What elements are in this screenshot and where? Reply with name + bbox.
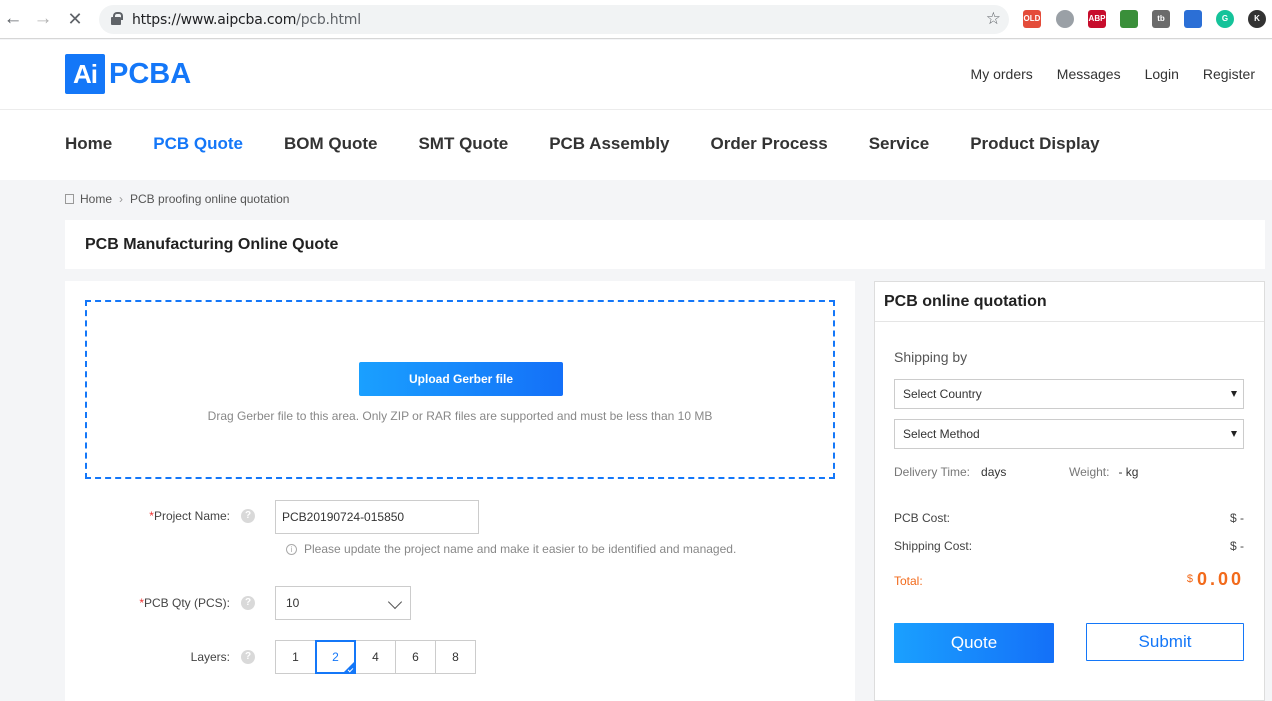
help-icon[interactable]: ? <box>241 650 255 664</box>
browser-toolbar: ← → ✕ https://www.aipcba.com/pcb.html ☆ … <box>0 0 1272 39</box>
logo-ai-mark: Ai <box>65 54 105 94</box>
site-header: Ai PCBA My orders Messages Login Registe… <box>0 40 1272 110</box>
dropzone-hint: Drag Gerber file to this area. Only ZIP … <box>207 409 713 423</box>
quote-button[interactable]: Quote <box>894 623 1054 663</box>
address-bar[interactable]: https://www.aipcba.com/pcb.html ☆ <box>99 5 1009 34</box>
breadcrumb-home[interactable]: Home <box>80 192 112 206</box>
pcb-qty-label: *PCB Qty (PCS): <box>139 596 230 610</box>
dropdown-arrow-icon <box>1231 391 1237 397</box>
breadcrumb-separator-icon: › <box>119 192 124 206</box>
shipping-by-label: Shipping by <box>894 349 968 365</box>
page-title: PCB Manufacturing Online Quote <box>85 236 339 253</box>
register-link[interactable]: Register <box>1203 66 1255 82</box>
checkmark-icon <box>347 666 354 673</box>
shipping-cost-row: Shipping Cost: $ - <box>894 539 1244 553</box>
layers-label: Layers: <box>190 650 230 664</box>
weight: Weight: - kg <box>1069 465 1139 479</box>
adblock-icon[interactable]: ABP <box>1088 10 1106 28</box>
quote-form-panel: Upload Gerber file Drag Gerber file to t… <box>65 281 855 701</box>
page-title-box: PCB Manufacturing Online Quote <box>65 220 1265 269</box>
layer-option-1[interactable]: 1 <box>275 640 316 674</box>
breadcrumb: Home › PCB proofing online quotation <box>65 192 289 206</box>
nav-item-bom-quote[interactable]: BOM Quote <box>284 134 378 154</box>
upload-gerber-button[interactable]: Upload Gerber file <box>359 362 563 396</box>
nav-item-product-display[interactable]: Product Display <box>970 134 1099 154</box>
project-name-label: *Project Name: <box>149 509 230 523</box>
divider <box>875 321 1264 322</box>
dropdown-arrow-icon <box>1231 431 1237 437</box>
project-name-hint: i Please update the project name and mak… <box>286 542 736 556</box>
total-label: Total: <box>894 574 923 588</box>
quotation-title: PCB online quotation <box>884 293 1047 310</box>
help-icon[interactable]: ? <box>241 509 255 523</box>
nav-item-home[interactable]: Home <box>65 134 112 154</box>
layer-option-4[interactable]: 4 <box>355 640 396 674</box>
chevron-down-icon <box>387 594 403 610</box>
pcb-qty-select[interactable]: 10 <box>275 586 411 620</box>
country-select[interactable]: Select Country <box>894 379 1244 409</box>
nav-item-pcb-assembly[interactable]: PCB Assembly <box>549 134 669 154</box>
stop-loading-icon[interactable]: ✕ <box>64 8 86 30</box>
nav-item-pcb-quote[interactable]: PCB Quote <box>153 134 243 154</box>
lock-icon <box>111 12 123 25</box>
info-icon: i <box>286 543 297 555</box>
url-text[interactable]: https://www.aipcba.com/pcb.html <box>132 12 361 28</box>
globe-icon[interactable] <box>1056 10 1074 28</box>
delivery-time: Delivery Time: days <box>894 465 1007 479</box>
layer-option-6[interactable]: 6 <box>395 640 436 674</box>
nav-item-smt-quote[interactable]: SMT Quote <box>418 134 508 154</box>
help-icon[interactable]: ? <box>241 596 255 610</box>
extension-icon[interactable] <box>1120 10 1138 28</box>
submit-button[interactable]: Submit <box>1086 623 1244 661</box>
layers-options: 1 2 4 6 8 <box>275 640 476 674</box>
breadcrumb-current: PCB proofing online quotation <box>130 192 290 206</box>
quotation-panel: PCB online quotation Shipping by Select … <box>874 281 1265 701</box>
tb-icon[interactable]: tb <box>1152 10 1170 28</box>
nav-item-service[interactable]: Service <box>869 134 930 154</box>
profile-icon[interactable]: K <box>1248 10 1266 28</box>
nav-item-order-process[interactable]: Order Process <box>711 134 828 154</box>
bookmark-star-icon[interactable]: ☆ <box>986 9 1001 29</box>
account-links: My orders Messages Login Register <box>971 66 1255 82</box>
back-arrow-icon[interactable]: ← <box>2 8 24 30</box>
logo-text: PCBA <box>109 57 192 90</box>
site-logo[interactable]: Ai PCBA <box>65 54 191 94</box>
shipping-method-select[interactable]: Select Method <box>894 419 1244 449</box>
chart-icon[interactable] <box>1184 10 1202 28</box>
gerber-dropzone[interactable]: Upload Gerber file Drag Gerber file to t… <box>85 300 835 479</box>
home-icon <box>65 194 74 204</box>
project-name-input[interactable] <box>275 500 479 534</box>
main-nav: Home PCB Quote BOM Quote SMT Quote PCB A… <box>0 110 1272 180</box>
total-amount: $0.00 <box>1186 569 1244 589</box>
old-reddit-icon[interactable]: OLD <box>1023 10 1041 28</box>
messages-link[interactable]: Messages <box>1057 66 1121 82</box>
my-orders-link[interactable]: My orders <box>971 66 1033 82</box>
layer-option-2[interactable]: 2 <box>315 640 356 674</box>
login-link[interactable]: Login <box>1145 66 1179 82</box>
layer-option-8[interactable]: 8 <box>435 640 476 674</box>
forward-arrow-icon[interactable]: → <box>32 8 54 30</box>
grammarly-icon[interactable]: G <box>1216 10 1234 28</box>
pcb-cost-row: PCB Cost: $ - <box>894 511 1244 525</box>
